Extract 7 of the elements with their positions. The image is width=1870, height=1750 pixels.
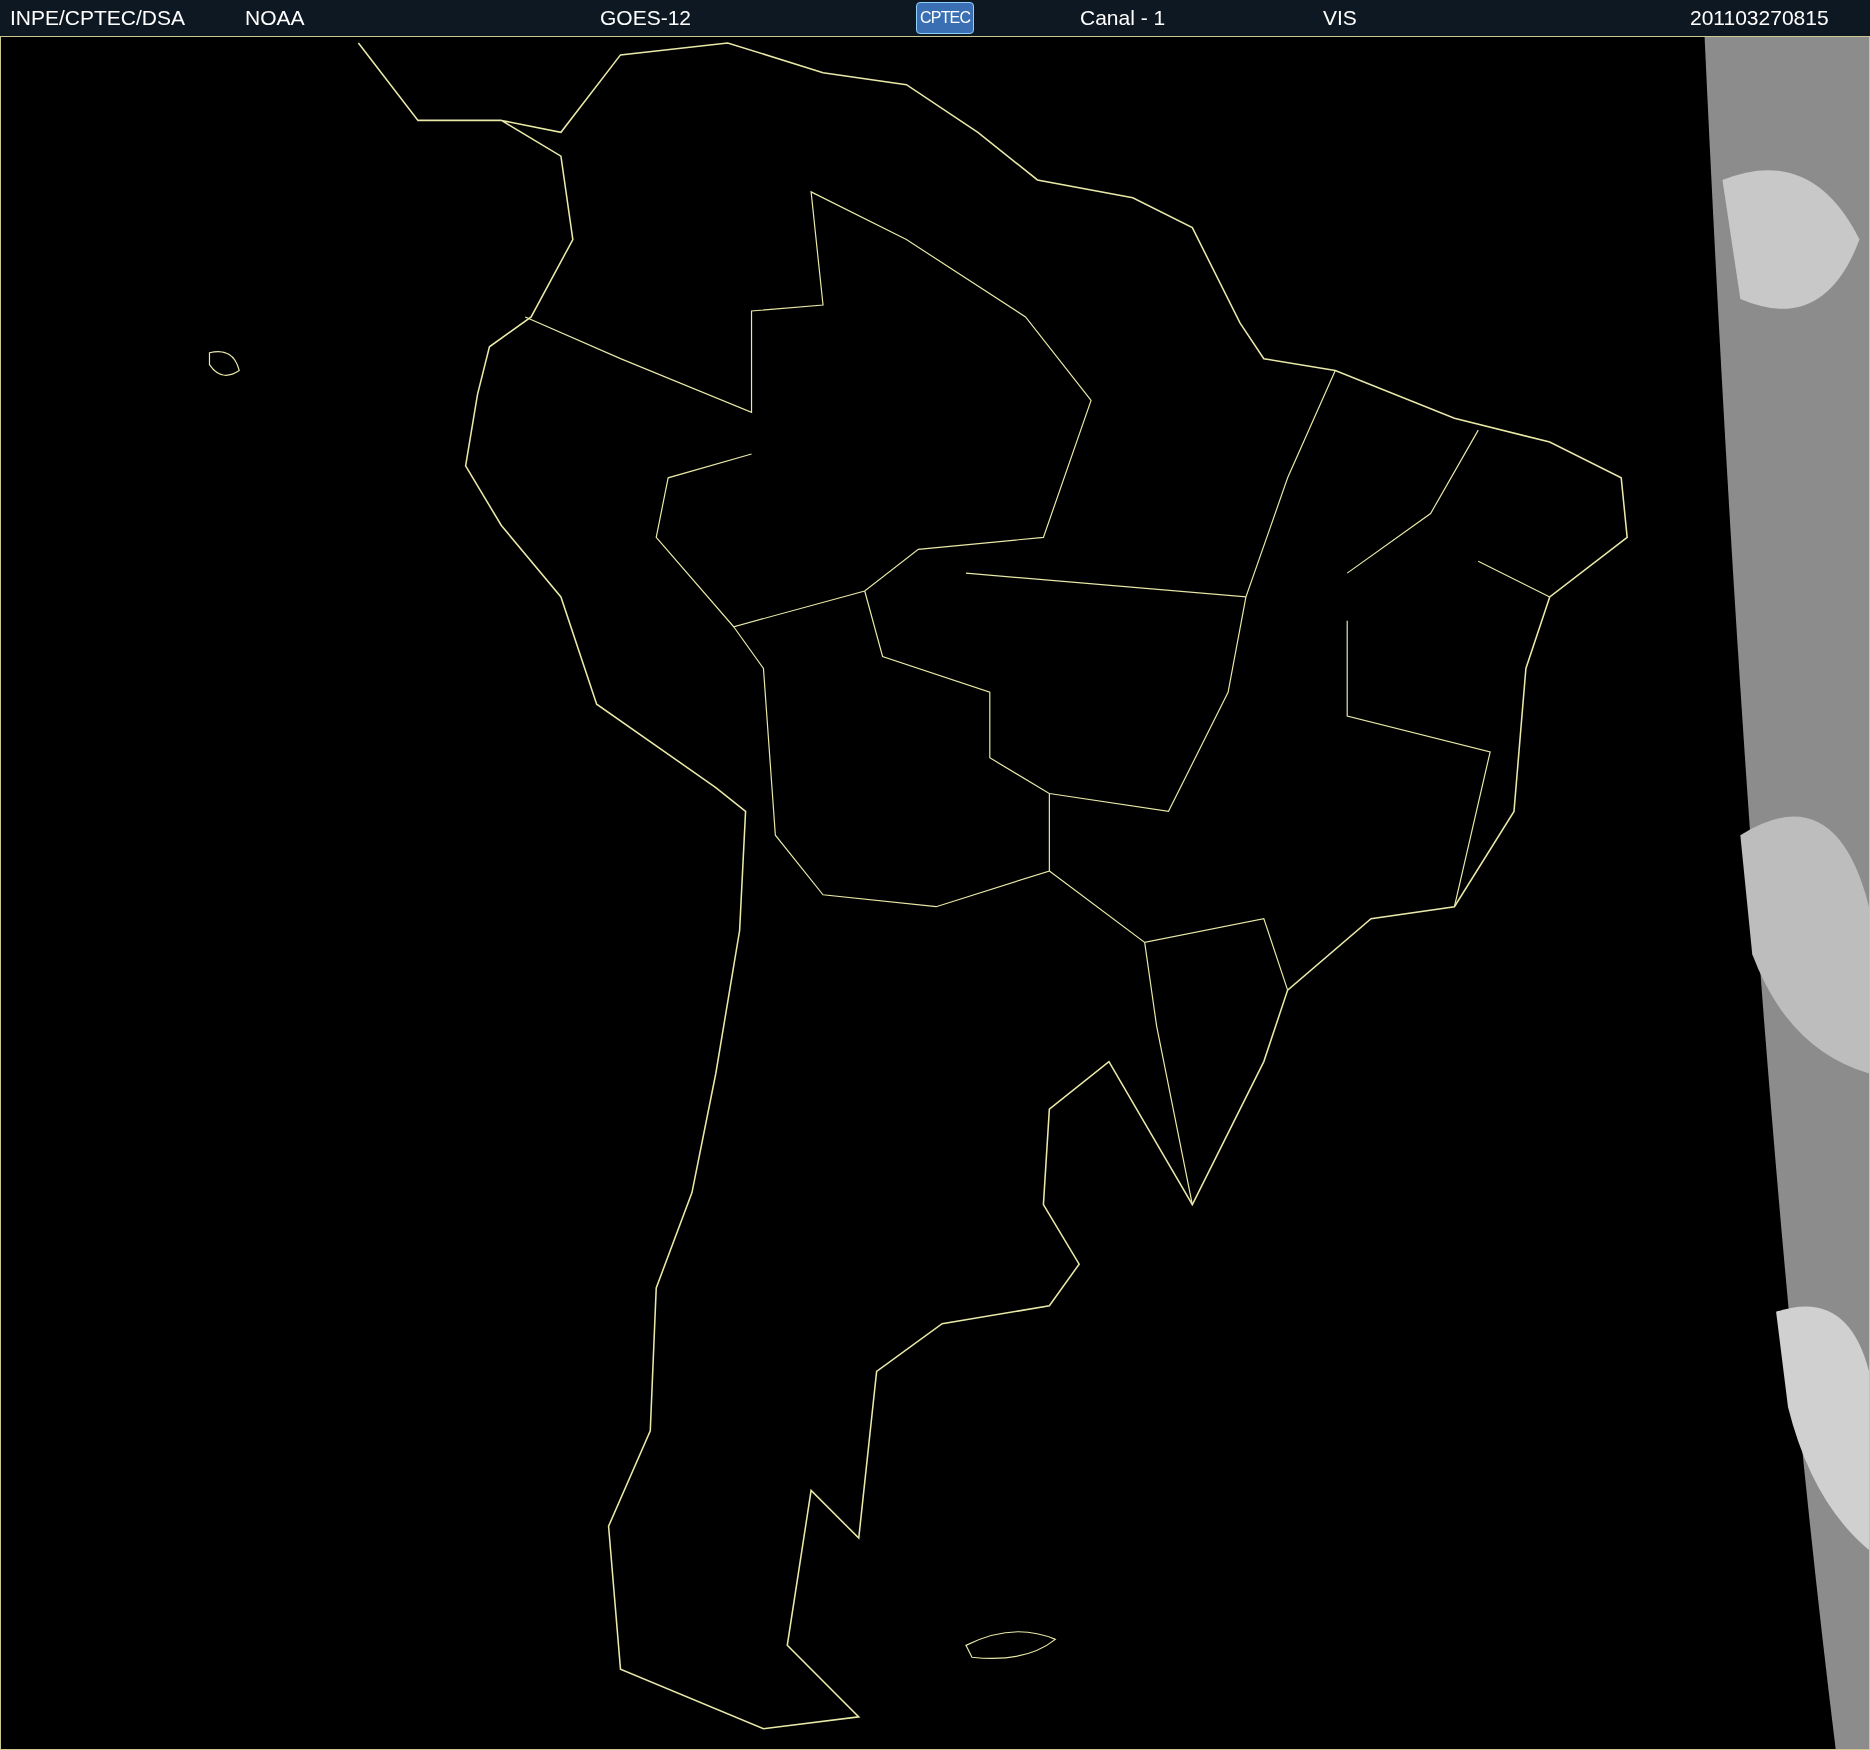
header-label: Canal - 1: [1080, 5, 1167, 32]
header-label: INPE/CPTEC/DSA: [10, 5, 187, 32]
header-label: 201103270815: [1690, 5, 1830, 32]
header-label: NOAA: [245, 5, 306, 32]
header-label: VIS: [1323, 5, 1358, 32]
header-label: GOES-12: [600, 5, 693, 32]
logo: CPTEC: [916, 2, 975, 34]
